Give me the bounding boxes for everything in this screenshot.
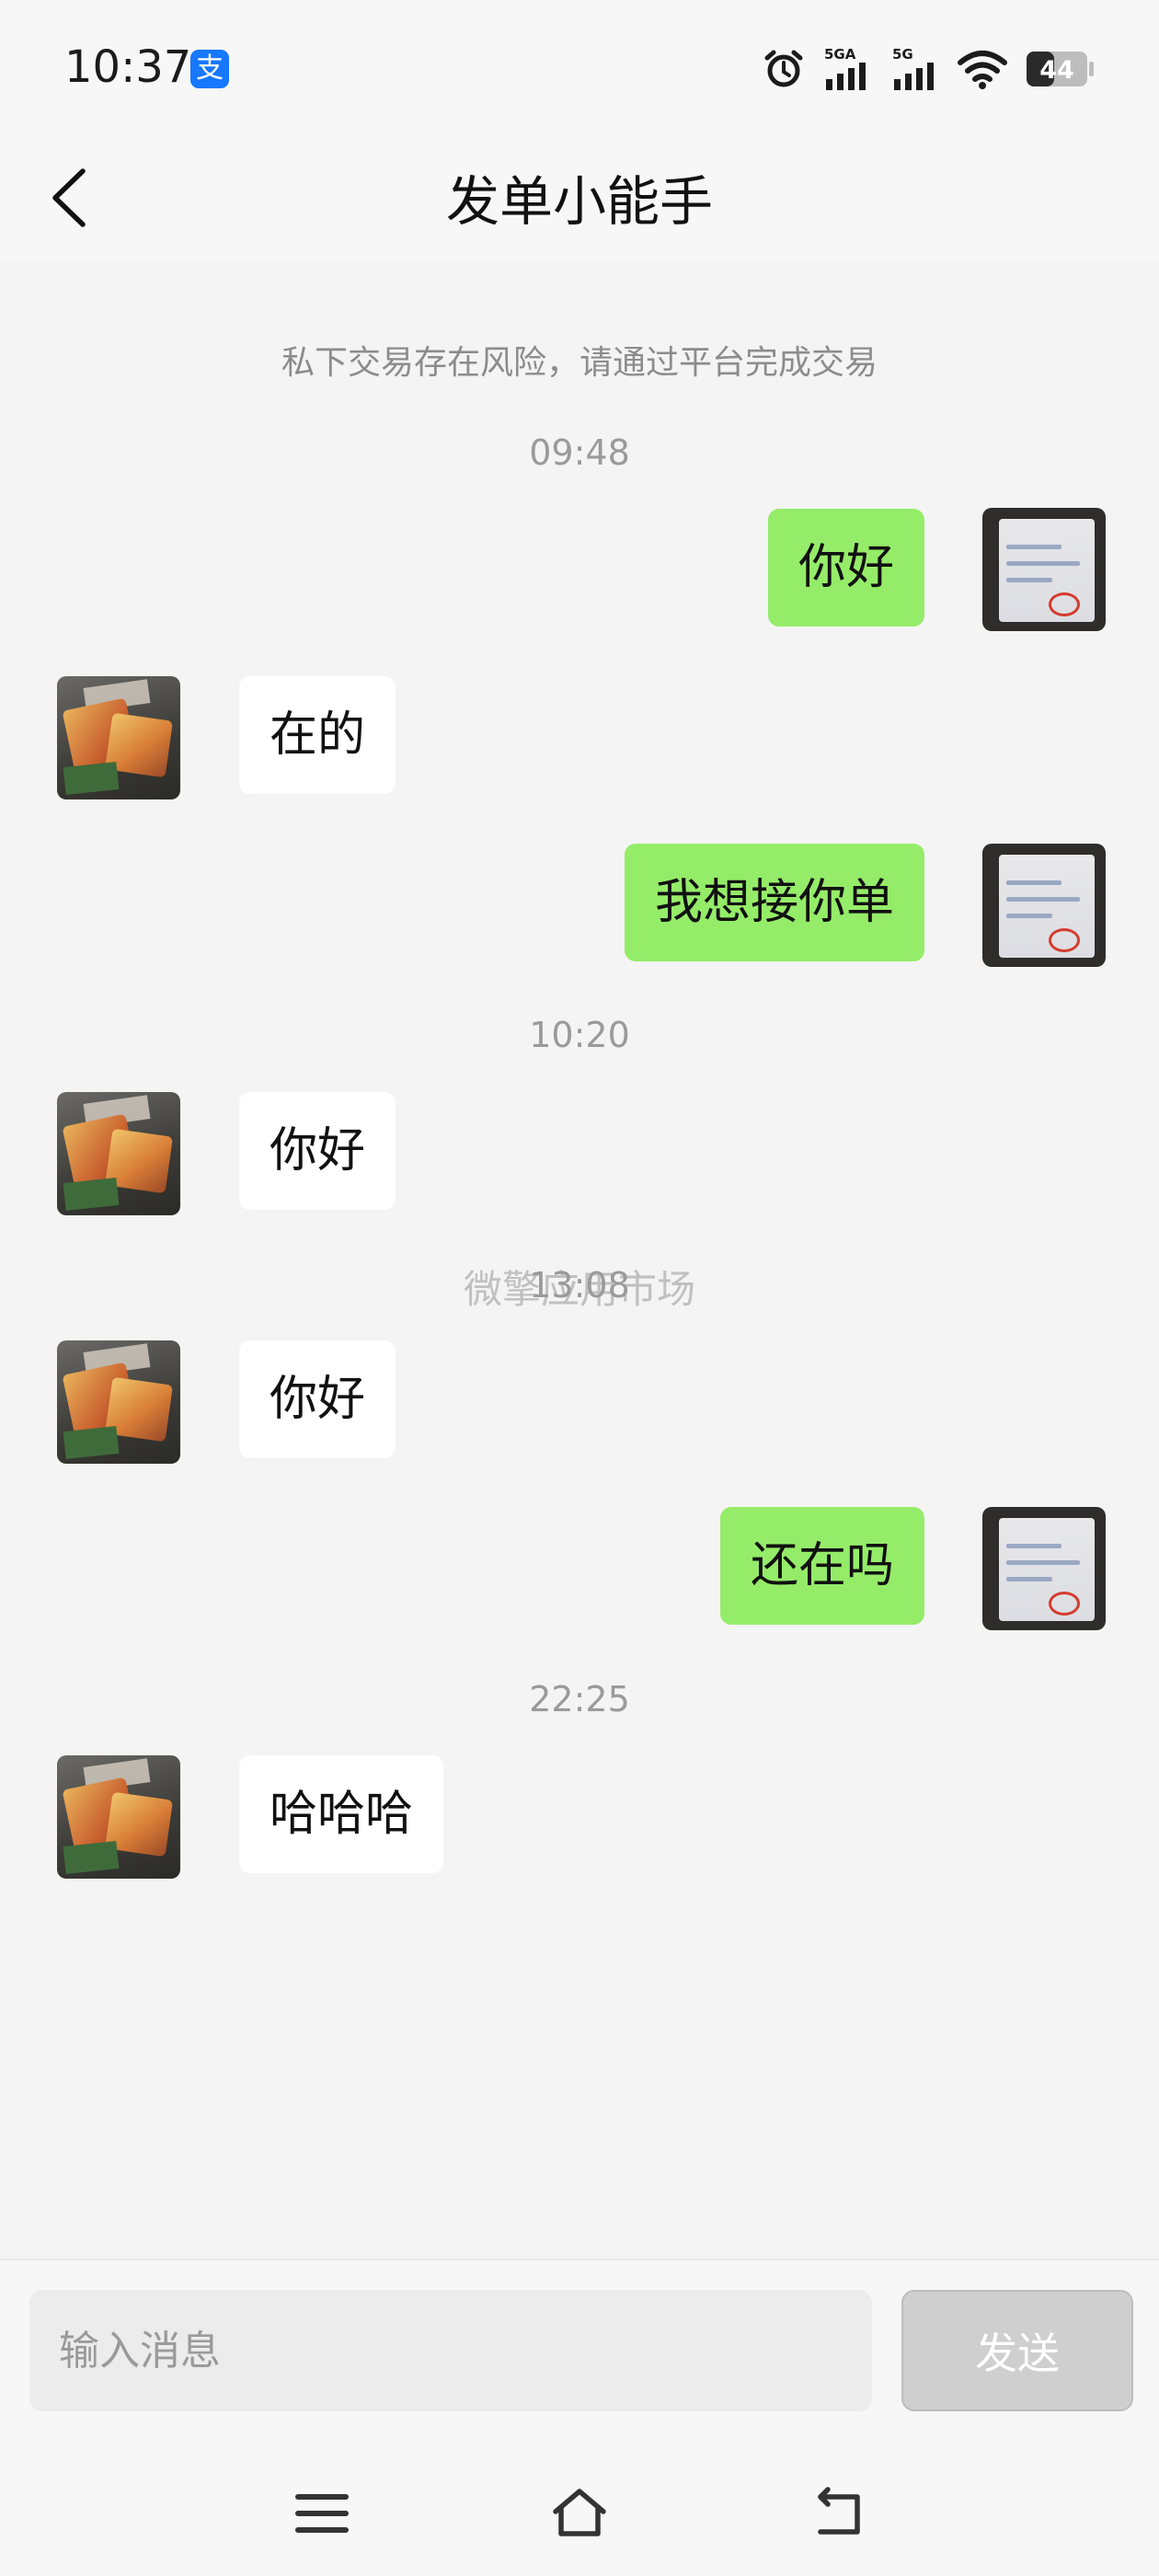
outgoing-message[interactable]: 你好 — [767, 509, 924, 627]
self-avatar[interactable] — [982, 844, 1106, 967]
outgoing-message[interactable]: 我想接你单 — [624, 844, 924, 961]
header: 发单小能手 — [0, 138, 1159, 262]
contact-avatar[interactable] — [57, 1755, 180, 1879]
status-time: 10:37 — [64, 41, 192, 93]
signal-5g-icon: 5G — [892, 46, 934, 90]
svg-text:44: 44 — [1039, 56, 1074, 85]
alarm-icon — [764, 50, 803, 87]
status-icons: 5GA 5G 44 — [762, 42, 1095, 96]
status-bar: 10:37 支 5GA 5G 44 — [0, 0, 1159, 138]
send-button[interactable]: 发送 — [901, 2290, 1133, 2411]
chat-area[interactable]: 私下交易存在风险，请通过平台完成交易 09:48 你好 在的 我想接你单 10:… — [0, 262, 1159, 2259]
self-avatar[interactable] — [982, 1507, 1106, 1630]
svg-text:5GA: 5GA — [824, 46, 856, 63]
self-avatar[interactable] — [982, 508, 1106, 631]
time-label: 22:25 — [529, 1679, 630, 1719]
incoming-message[interactable]: 在的 — [239, 676, 396, 794]
time-label: 10:20 — [529, 1015, 630, 1055]
outgoing-message[interactable]: 还在吗 — [719, 1507, 924, 1625]
page-title: 发单小能手 — [445, 170, 713, 233]
contact-avatar[interactable] — [57, 1092, 180, 1215]
time-label: 09:48 — [529, 432, 630, 473]
wifi-icon — [958, 51, 1007, 89]
return-icon[interactable] — [809, 2484, 868, 2543]
contact-avatar[interactable] — [57, 676, 180, 799]
svg-text:5G: 5G — [892, 46, 913, 63]
incoming-message[interactable]: 你好 — [239, 1092, 396, 1210]
battery-icon: 44 — [1027, 52, 1094, 86]
alipay-notification-icon: 支 — [190, 50, 229, 88]
system-navigation-bar — [0, 2438, 1159, 2576]
time-label: 13:08 — [529, 1265, 630, 1305]
contact-avatar[interactable] — [57, 1340, 180, 1464]
signal-5ga-icon: 5GA — [824, 46, 866, 90]
message-input[interactable] — [29, 2290, 872, 2411]
risk-notice: 私下交易存在风险，请通过平台完成交易 — [281, 344, 878, 382]
incoming-message[interactable]: 你好 — [239, 1340, 396, 1458]
home-icon[interactable] — [550, 2484, 609, 2543]
incoming-message[interactable]: 哈哈哈 — [239, 1755, 444, 1873]
menu-icon[interactable] — [293, 2484, 351, 2543]
composer: 发送 — [0, 2259, 1159, 2440]
